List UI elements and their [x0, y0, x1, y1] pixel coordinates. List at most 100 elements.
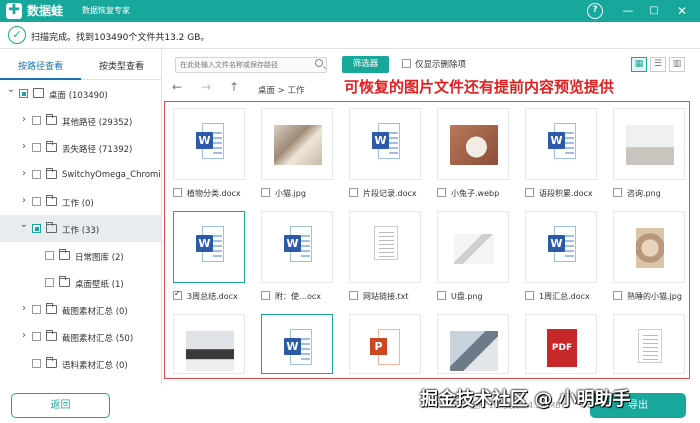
file-card[interactable]: W — [525, 211, 597, 283]
tree-item-label: 工作 (0) — [62, 199, 94, 209]
deleted-only-checkbox[interactable] — [402, 59, 411, 68]
kitten-thumbnail — [636, 228, 664, 268]
file-checkbox[interactable] — [613, 188, 622, 197]
tab-by-path[interactable]: 按路径查看 — [0, 59, 81, 72]
folder-icon — [46, 222, 57, 233]
search-box — [175, 57, 327, 73]
close-button[interactable]: ✕ — [674, 3, 690, 19]
search-input[interactable] — [176, 58, 310, 72]
maximize-button[interactable]: □ — [646, 3, 662, 19]
back-arrow-icon[interactable]: ← — [172, 80, 182, 94]
file-name: 1周汇总.docx — [539, 292, 590, 301]
file-card[interactable] — [261, 108, 333, 180]
file-name: 小猫.jpg — [275, 189, 306, 198]
chevron-right-icon[interactable]: › — [19, 330, 29, 341]
tree-item[interactable]: › 工作 (0) — [0, 188, 161, 215]
help-button[interactable]: ? — [587, 3, 603, 19]
back-button[interactable]: 返回 — [11, 393, 110, 418]
file-card[interactable] — [613, 314, 685, 374]
file-checkbox[interactable] — [261, 188, 270, 197]
scan-status-bar: ✓ 扫描完成。找到103490个文件共13.2 GB。 — [0, 22, 700, 49]
chevron-right-icon[interactable]: › — [19, 195, 29, 206]
file-card[interactable] — [437, 211, 509, 283]
tree-item-checkbox[interactable] — [32, 143, 41, 152]
tree-item[interactable]: ⌄ 桌面 (103490) — [0, 80, 161, 107]
file-card[interactable]: W — [525, 108, 597, 180]
word-doc-icon: W — [196, 226, 226, 264]
tree-item-checkbox[interactable] — [45, 251, 54, 260]
tree-item-checkbox[interactable] — [32, 359, 41, 368]
tree-item[interactable]: › 截图素材汇总 (50) — [0, 323, 161, 350]
file-card[interactable]: W — [173, 108, 245, 180]
file-checkbox[interactable] — [437, 291, 446, 300]
tree-item[interactable]: ⌄ 工作 (33) — [0, 215, 161, 242]
chevron-right-icon[interactable]: › — [19, 168, 29, 179]
tree-item-label: 日常图库 (2) — [75, 253, 124, 263]
tree-item[interactable]: › 丢失路径 (71392) — [0, 134, 161, 161]
scan-status-text: 扫描完成。找到103490个文件共13.2 GB。 — [31, 33, 210, 43]
file-name: 附：使…ocx — [275, 292, 322, 301]
file-checkbox[interactable] — [349, 188, 358, 197]
folder-icon — [46, 303, 57, 314]
chevron-right-icon[interactable]: › — [19, 303, 29, 314]
file-card[interactable] — [349, 211, 421, 283]
file-checkbox[interactable] — [525, 188, 534, 197]
search-icon[interactable] — [315, 59, 323, 67]
file-card[interactable]: W — [261, 314, 333, 374]
file-checkbox[interactable] — [173, 188, 182, 197]
tree-item-checkbox[interactable] — [32, 305, 41, 314]
word-doc-icon: W — [372, 123, 402, 161]
file-checkbox[interactable] — [173, 289, 182, 300]
tree-item-checkbox[interactable] — [32, 197, 41, 206]
tab-by-type[interactable]: 按类型查看 — [81, 59, 161, 72]
chevron-down-icon[interactable]: ⌄ — [19, 219, 29, 230]
file-checkbox[interactable] — [525, 291, 534, 300]
file-card[interactable]: W — [173, 211, 245, 283]
tree-item-checkbox[interactable] — [32, 116, 41, 125]
tree-item-checkbox[interactable] — [32, 170, 41, 179]
chevron-down-icon[interactable]: ⌄ — [6, 84, 16, 95]
file-card[interactable] — [613, 211, 685, 283]
detail-view-button[interactable]: ▥ — [669, 57, 685, 72]
file-checkbox[interactable] — [437, 188, 446, 197]
forward-arrow-icon[interactable]: → — [201, 80, 211, 94]
tree-item-checkbox[interactable] — [19, 89, 28, 98]
tree-item[interactable]: › SwitchyOmega_Chromium — [0, 161, 161, 188]
file-card[interactable]: PDF — [525, 314, 597, 374]
file-checkbox[interactable] — [349, 291, 358, 300]
word-doc-icon: W — [284, 226, 314, 264]
tree-item[interactable]: 语料素材汇总 (0) — [0, 350, 161, 377]
file-card[interactable] — [437, 108, 509, 180]
file-card[interactable] — [173, 314, 245, 374]
tree-item-checkbox[interactable] — [32, 224, 41, 233]
tree-item[interactable]: 日常图库 (2) — [0, 242, 161, 269]
tree-item-label: 其他路径 (29352) — [62, 118, 133, 128]
filter-button[interactable]: 筛选器 — [342, 56, 389, 73]
app-logo-icon: ✚ — [6, 3, 22, 19]
folder-icon — [46, 168, 57, 179]
tree-item-checkbox[interactable] — [32, 332, 41, 341]
tree-item[interactable]: 桌面壁纸 (1) — [0, 269, 161, 296]
list-view-button[interactable]: ☰ — [650, 57, 666, 72]
up-arrow-icon[interactable]: ↑ — [229, 80, 239, 94]
file-name: 网站链接.txt — [363, 292, 409, 301]
tree-item-checkbox[interactable] — [45, 278, 54, 287]
tree-item[interactable]: › 其他路径 (29352) — [0, 107, 161, 134]
minimize-button[interactable]: — — [620, 3, 636, 19]
file-card[interactable]: P — [349, 314, 421, 374]
folder-icon — [59, 276, 70, 287]
chevron-right-icon[interactable]: › — [19, 141, 29, 152]
file-card[interactable]: W — [261, 211, 333, 283]
file-card[interactable] — [613, 108, 685, 180]
grid-view-button[interactable]: ▦ — [631, 57, 647, 72]
file-card[interactable] — [437, 314, 509, 374]
file-checkbox[interactable] — [613, 291, 622, 300]
tree-item[interactable]: › 截图素材汇总 (0) — [0, 296, 161, 323]
chevron-right-icon[interactable]: › — [19, 114, 29, 125]
annotation-text: 可恢复的图片文件还有提前内容预览提供 — [344, 78, 615, 96]
tree-item-label: SwitchyOmega_Chromium — [62, 170, 161, 180]
file-card[interactable]: W — [349, 108, 421, 180]
folder-icon — [46, 330, 57, 341]
file-name: 植物分类.docx — [187, 189, 241, 198]
file-checkbox[interactable] — [261, 291, 270, 300]
